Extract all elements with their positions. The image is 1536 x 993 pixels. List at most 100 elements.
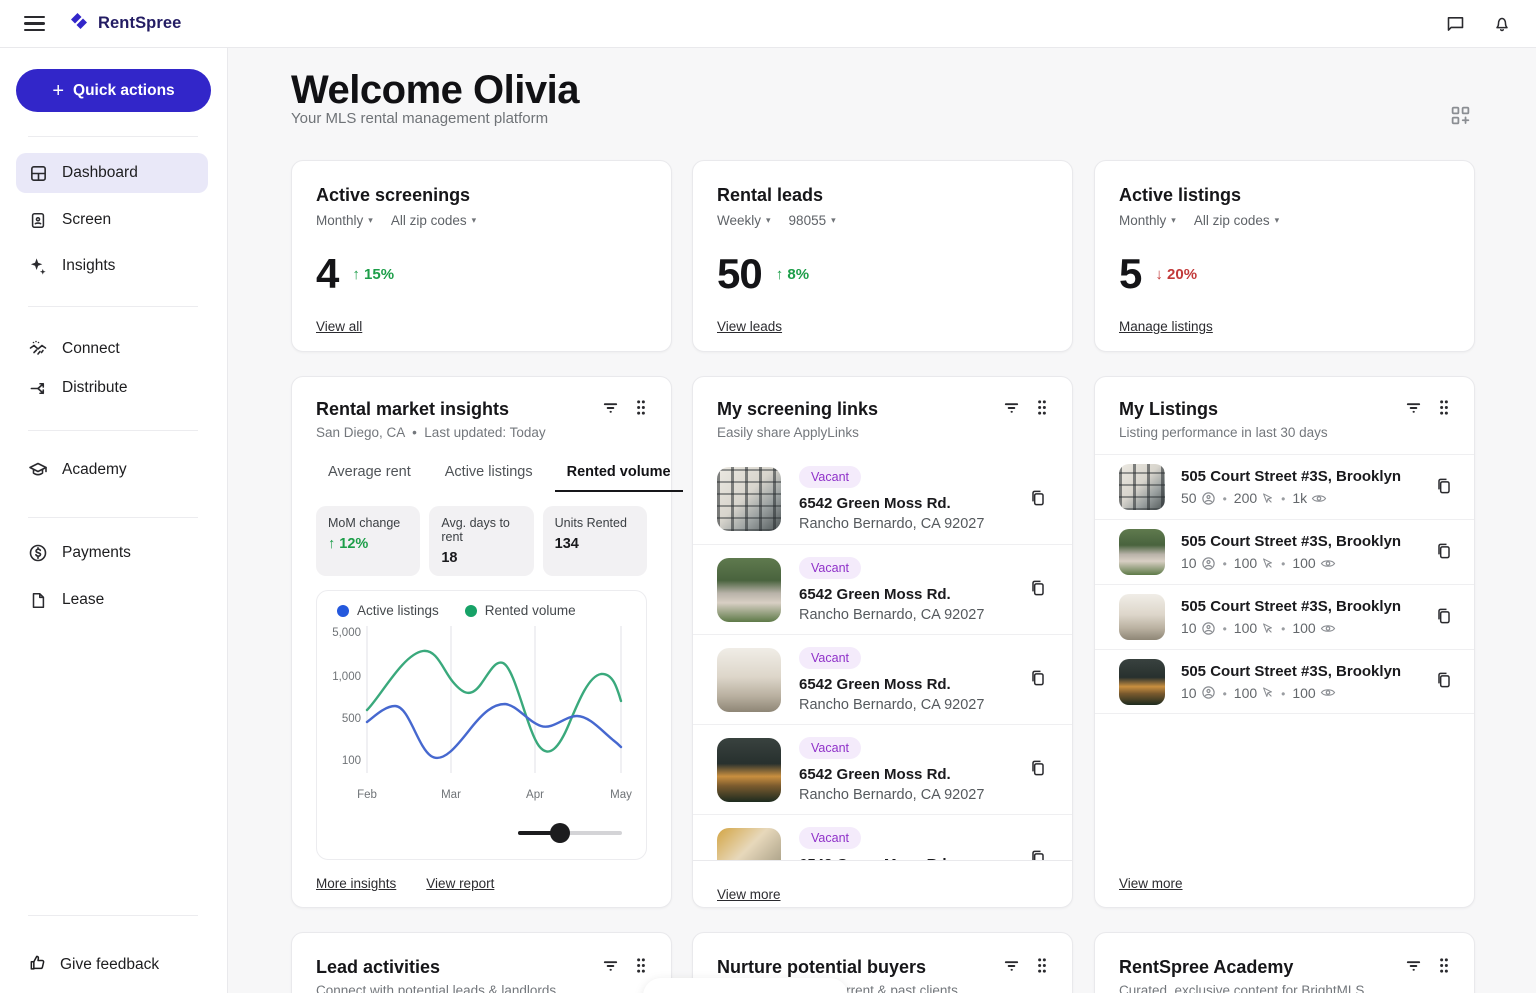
property-address: 6542 Green Moss Rd. bbox=[799, 856, 984, 861]
sidebar-item-screen[interactable]: Screen bbox=[16, 200, 208, 240]
views-eye-icon bbox=[1311, 492, 1327, 505]
brand-name: RentSpree bbox=[98, 14, 181, 33]
copy-link-icon[interactable] bbox=[1028, 578, 1048, 601]
quick-actions-button[interactable]: + Quick actions bbox=[16, 69, 211, 112]
give-feedback-label: Give feedback bbox=[60, 956, 159, 974]
view-more-link[interactable]: View more bbox=[1119, 876, 1183, 891]
sidebar-item-dashboard[interactable]: Dashboard bbox=[16, 153, 208, 193]
view-report-link[interactable]: View report bbox=[426, 876, 494, 891]
quick-actions-label: Quick actions bbox=[73, 82, 175, 100]
listing-row: 505 Court Street #3S, Brooklyn 10 100 10… bbox=[1095, 584, 1474, 649]
rentspree-logo-icon bbox=[68, 10, 90, 37]
period-dropdown[interactable]: Monthly▾ bbox=[316, 213, 373, 228]
copy-link-icon[interactable] bbox=[1028, 758, 1048, 781]
notifications-bell-icon[interactable] bbox=[1492, 13, 1512, 34]
stat-value: 4 bbox=[316, 250, 338, 298]
property-city: Rancho Bernardo, CA 92027 bbox=[799, 607, 984, 623]
chevron-down-icon: ▾ bbox=[1275, 215, 1280, 226]
leads-person-icon bbox=[1201, 556, 1216, 571]
sidebar-item-insights[interactable]: Insights bbox=[16, 246, 208, 286]
sidebar: + Quick actions Dashboard Screen bbox=[0, 48, 228, 993]
divider bbox=[28, 430, 198, 431]
copy-link-icon[interactable] bbox=[1028, 488, 1048, 511]
card-title: Active listings bbox=[1119, 185, 1450, 206]
copy-link-icon[interactable] bbox=[1434, 541, 1454, 564]
zipcode-dropdown[interactable]: All zip codes▾ bbox=[391, 213, 476, 228]
sidebar-item-label: Lease bbox=[62, 591, 104, 609]
view-all-link[interactable]: View all bbox=[316, 319, 362, 334]
hamburger-menu-icon[interactable] bbox=[24, 12, 48, 36]
floating-widget-peek[interactable] bbox=[643, 978, 848, 993]
manage-listings-link[interactable]: Manage listings bbox=[1119, 319, 1213, 334]
card-title: My Listings bbox=[1119, 399, 1328, 420]
drag-handle-icon[interactable] bbox=[1036, 957, 1048, 974]
tab-active-listings[interactable]: Active listings bbox=[433, 456, 545, 492]
zipcode-dropdown[interactable]: All zip codes▾ bbox=[1194, 213, 1279, 228]
copy-link-icon[interactable] bbox=[1028, 668, 1048, 691]
sidebar-item-connect[interactable]: Connect bbox=[16, 329, 208, 369]
plus-icon: + bbox=[52, 81, 64, 101]
svg-text:5,000: 5,000 bbox=[332, 627, 361, 639]
drag-handle-icon[interactable] bbox=[1438, 957, 1450, 974]
divider bbox=[28, 517, 198, 518]
chat-icon[interactable] bbox=[1445, 13, 1466, 34]
drag-handle-icon[interactable] bbox=[635, 399, 647, 416]
views-eye-icon bbox=[1320, 622, 1336, 635]
status-badge: Vacant bbox=[799, 647, 861, 669]
copy-link-icon[interactable] bbox=[1434, 670, 1454, 693]
rented-volume-line bbox=[367, 651, 621, 752]
copy-link-icon[interactable] bbox=[1434, 476, 1454, 499]
drag-handle-icon[interactable] bbox=[1036, 399, 1048, 416]
sidebar-item-payments[interactable]: Payments bbox=[16, 533, 208, 573]
copy-link-icon[interactable] bbox=[1434, 606, 1454, 629]
svg-text:Mar: Mar bbox=[441, 789, 461, 801]
add-widget-icon[interactable] bbox=[1450, 105, 1471, 131]
insights-sparkle-icon bbox=[28, 256, 48, 276]
give-feedback-button[interactable]: Give feedback bbox=[16, 945, 208, 985]
zipcode-dropdown[interactable]: 98055▾ bbox=[789, 213, 836, 228]
filter-icon[interactable] bbox=[1003, 957, 1020, 974]
chevron-down-icon: ▾ bbox=[368, 215, 373, 226]
views-eye-icon bbox=[1320, 686, 1336, 699]
copy-link-icon[interactable] bbox=[1028, 848, 1048, 860]
sidebar-item-distribute[interactable]: Distribute bbox=[16, 368, 208, 408]
sidebar-item-academy[interactable]: Academy bbox=[16, 450, 208, 490]
more-insights-link[interactable]: More insights bbox=[316, 876, 396, 891]
chart-panel: Active listings Rented volume 5,000 1,00… bbox=[316, 590, 647, 860]
period-dropdown[interactable]: Monthly▾ bbox=[1119, 213, 1176, 228]
filter-icon[interactable] bbox=[602, 399, 619, 416]
filter-icon[interactable] bbox=[1405, 399, 1422, 416]
insights-tabs: Average rent Active listings Rented volu… bbox=[316, 456, 647, 492]
tab-rented-volume[interactable]: Rented volume bbox=[555, 456, 683, 492]
slider-thumb[interactable] bbox=[550, 823, 570, 843]
property-photo bbox=[717, 828, 781, 861]
connect-handshake-icon bbox=[28, 339, 48, 359]
chevron-down-icon: ▾ bbox=[472, 215, 477, 226]
drag-handle-icon[interactable] bbox=[635, 957, 647, 974]
active-listings-line bbox=[367, 704, 621, 758]
main-content: Welcome Olivia Your MLS rental managemen… bbox=[228, 48, 1536, 993]
rentspree-academy-card: RentSpree Academy Curated, exclusive con… bbox=[1094, 932, 1475, 993]
filter-icon[interactable] bbox=[1003, 399, 1020, 416]
period-dropdown[interactable]: Weekly▾ bbox=[717, 213, 771, 228]
svg-text:Feb: Feb bbox=[357, 789, 377, 801]
chart-range-slider[interactable] bbox=[518, 823, 622, 843]
clicks-cursor-icon bbox=[1261, 622, 1274, 635]
view-more-link[interactable]: View more bbox=[717, 887, 781, 902]
property-city: Rancho Bernardo, CA 92027 bbox=[799, 787, 984, 803]
sidebar-item-lease[interactable]: Lease bbox=[16, 580, 208, 620]
divider bbox=[28, 915, 198, 916]
filter-icon[interactable] bbox=[1405, 957, 1422, 974]
brand-logo[interactable]: RentSpree bbox=[68, 10, 181, 37]
svg-text:1,000: 1,000 bbox=[332, 671, 361, 683]
clicks-cursor-icon bbox=[1261, 557, 1274, 570]
status-badge: Vacant bbox=[799, 557, 861, 579]
view-leads-link[interactable]: View leads bbox=[717, 319, 782, 334]
filter-icon[interactable] bbox=[602, 957, 619, 974]
listing-address: 505 Court Street #3S, Brooklyn bbox=[1181, 533, 1401, 550]
drag-handle-icon[interactable] bbox=[1438, 399, 1450, 416]
listing-photo bbox=[1119, 529, 1165, 575]
card-title: Active screenings bbox=[316, 185, 647, 206]
sidebar-item-label: Payments bbox=[62, 544, 131, 562]
tab-average-rent[interactable]: Average rent bbox=[316, 456, 423, 492]
